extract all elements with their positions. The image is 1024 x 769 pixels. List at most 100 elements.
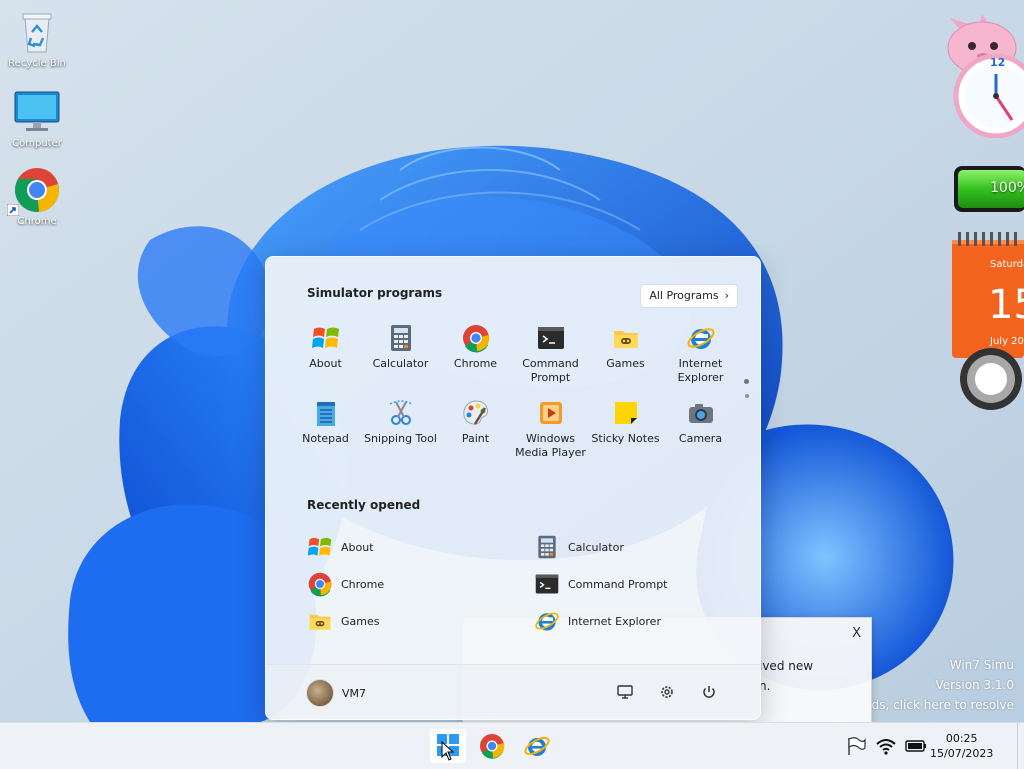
page-indicator[interactable] xyxy=(744,379,749,408)
windows-flag-icon xyxy=(311,323,341,353)
user-account-button[interactable]: VM7 xyxy=(306,679,366,707)
pinned-about[interactable]: About xyxy=(288,323,363,371)
calendar-date: 15 xyxy=(988,282,1024,328)
pinned-label: Windows Media Player xyxy=(515,432,586,459)
recent-label: Command Prompt xyxy=(568,577,668,591)
page-dot-active[interactable] xyxy=(744,379,749,384)
taskbar-clock[interactable]: 00:25 15/07/2023 xyxy=(930,731,993,761)
all-programs-label: All Programs xyxy=(649,289,719,302)
recent-item-chrome[interactable]: Chrome xyxy=(307,571,384,597)
calculator-icon xyxy=(534,534,560,560)
recent-label: Internet Explorer xyxy=(568,614,661,628)
pinned-chrome[interactable]: Chrome xyxy=(438,323,513,371)
chrome-icon xyxy=(480,734,505,759)
pinned-label: Sticky Notes xyxy=(591,432,660,445)
pinned-windows-media-player[interactable]: Windows Media Player xyxy=(513,398,588,460)
games-folder-icon xyxy=(611,323,641,353)
battery-level-text: 100% xyxy=(990,180,1024,196)
clock-number-12: 12 xyxy=(990,56,1006,69)
pinned-command-prompt[interactable]: Command Prompt xyxy=(513,323,588,385)
activation-watermark[interactable]: Win7 Simu Version 3.1.0 ads, click here … xyxy=(864,655,1014,715)
mouse-cursor-icon xyxy=(441,741,455,761)
show-desktop-button[interactable] xyxy=(1017,723,1024,769)
recent-item-command-prompt[interactable]: Command Prompt xyxy=(534,571,668,597)
battery-icon[interactable] xyxy=(905,735,927,757)
chevron-right-icon: › xyxy=(724,289,729,302)
chrome-icon xyxy=(461,323,491,353)
taskbar-internet-explorer-button[interactable] xyxy=(519,729,555,763)
all-programs-button[interactable]: All Programs › xyxy=(640,284,738,308)
command-prompt-icon xyxy=(534,571,560,597)
internet-explorer-icon xyxy=(686,323,716,353)
calculator-icon xyxy=(386,323,416,353)
desktop-icon-recycle-bin[interactable]: Recycle Bin xyxy=(0,8,74,69)
display-icon[interactable] xyxy=(616,683,634,701)
pinned-snipping-tool[interactable]: Snipping Tool xyxy=(363,398,438,446)
desktop-icon-chrome[interactable]: Chrome xyxy=(0,166,74,227)
start-menu[interactable]: Simulator programs All Programs › About … xyxy=(265,256,761,720)
watermark-line: Version 3.1.0 xyxy=(935,678,1014,692)
desktop-icon-label: Chrome xyxy=(17,216,57,227)
snipping-tool-icon xyxy=(386,398,416,428)
battery-gadget: 100% xyxy=(952,162,1024,216)
recent-label: Calculator xyxy=(568,540,624,554)
internet-explorer-icon xyxy=(534,608,560,634)
recent-label: Chrome xyxy=(341,577,385,591)
watermark-line: Win7 Simu xyxy=(949,658,1014,672)
media-player-icon xyxy=(536,398,566,428)
notification-text: ived new n. xyxy=(759,656,813,696)
sticky-notes-icon xyxy=(611,398,641,428)
recycle-bin-icon xyxy=(13,8,61,56)
clock-date: 15/07/2023 xyxy=(930,747,994,760)
notification-close-button[interactable]: X xyxy=(852,626,861,641)
pinned-internet-explorer[interactable]: Internet Explorer xyxy=(663,323,738,385)
internet-explorer-icon xyxy=(524,736,550,756)
chrome-icon xyxy=(307,571,333,597)
camera-icon xyxy=(686,398,716,428)
pinned-games[interactable]: Games xyxy=(588,323,663,371)
pinned-camera[interactable]: Camera xyxy=(663,398,738,446)
pinned-label: Paint xyxy=(461,432,490,445)
calendar-month-year: July 20 xyxy=(990,336,1024,347)
action-center-flag-icon[interactable] xyxy=(845,735,867,757)
windows-flag-icon xyxy=(307,534,333,560)
paint-icon xyxy=(461,398,491,428)
recent-label: About xyxy=(341,540,374,554)
notification-text-line: n. xyxy=(759,679,771,693)
pinned-label: Notepad xyxy=(302,432,349,445)
notepad-icon xyxy=(311,398,341,428)
taskbar-chrome-button[interactable] xyxy=(474,729,510,763)
pinned-label: Camera xyxy=(678,432,723,445)
avatar xyxy=(306,679,334,707)
pinned-label: Games xyxy=(606,357,645,370)
recent-item-internet-explorer[interactable]: Internet Explorer xyxy=(534,608,661,634)
start-button[interactable] xyxy=(430,729,466,763)
user-name: VM7 xyxy=(342,686,367,700)
power-icon[interactable] xyxy=(700,683,718,701)
media-gadget[interactable] xyxy=(959,347,1023,411)
calendar-gadget: Saturday 15 July 20 xyxy=(952,232,1024,360)
recent-item-calculator[interactable]: Calculator xyxy=(534,534,624,560)
recent-item-about[interactable]: About xyxy=(307,534,374,560)
pinned-label: Snipping Tool xyxy=(364,432,437,445)
start-menu-footer: VM7 xyxy=(266,664,760,719)
notification-text-line: ived new xyxy=(759,659,814,673)
settings-gear-icon[interactable] xyxy=(658,683,676,701)
pinned-paint[interactable]: Paint xyxy=(438,398,513,446)
wifi-icon[interactable] xyxy=(875,735,897,757)
pinned-sticky-notes[interactable]: Sticky Notes xyxy=(588,398,663,446)
clock-time: 00:25 xyxy=(945,732,978,745)
clock-gadget[interactable]: 12 xyxy=(940,8,1024,139)
page-dot[interactable] xyxy=(744,394,749,398)
desktop-icon-computer[interactable]: Computer xyxy=(0,88,74,149)
pinned-notepad[interactable]: Notepad xyxy=(288,398,363,446)
command-prompt-icon xyxy=(536,323,566,353)
recent-label: Games xyxy=(341,614,380,628)
watermark-line: ads, click here to resolve xyxy=(864,698,1014,712)
recent-section-title: Recently opened xyxy=(307,498,421,512)
recent-item-games[interactable]: Games xyxy=(307,608,379,634)
desktop-icon-label: Recycle Bin xyxy=(8,58,66,69)
pinned-section-title: Simulator programs xyxy=(307,286,443,300)
pinned-label: Internet Explorer xyxy=(677,357,724,384)
pinned-calculator[interactable]: Calculator xyxy=(363,323,438,371)
